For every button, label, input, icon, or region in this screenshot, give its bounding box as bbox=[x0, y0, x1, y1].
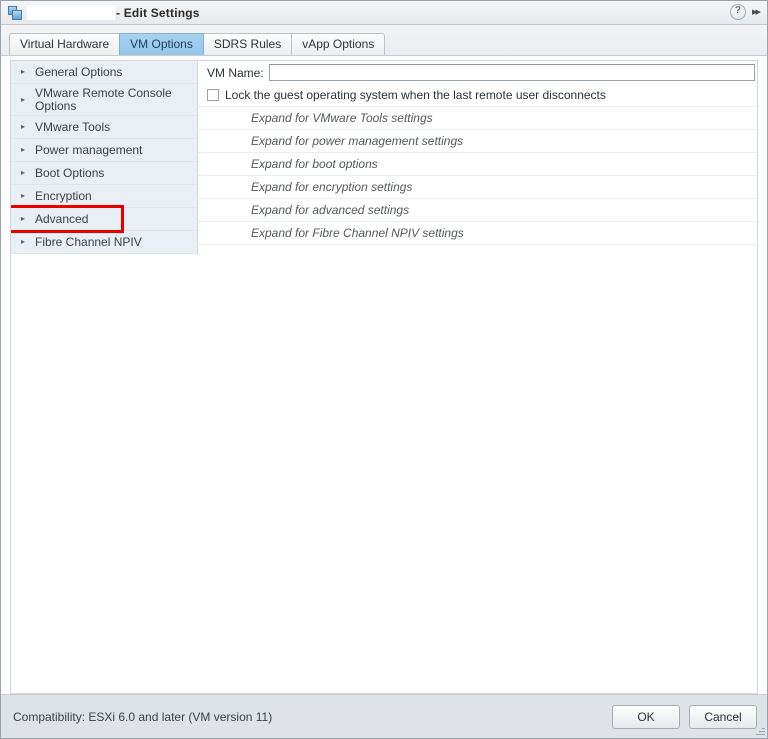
edit-settings-dialog: - Edit Settings ? ▸▸ Virtual Hardware VM… bbox=[0, 0, 768, 739]
sidebar-item-label: Boot Options bbox=[35, 165, 105, 180]
chevron-right-icon: ▸ bbox=[21, 237, 26, 246]
lock-guest-os-checkbox[interactable] bbox=[207, 89, 219, 101]
sidebar-item-label: General Options bbox=[35, 64, 123, 79]
tab-strip: Virtual Hardware VM Options SDRS Rules v… bbox=[1, 25, 767, 56]
tab-vapp-options[interactable]: vApp Options bbox=[291, 33, 386, 55]
chevron-right-icon: ▸ bbox=[21, 94, 26, 104]
expand-hint-label: Expand for power management settings bbox=[251, 134, 464, 148]
sidebar-item-boot-options[interactable]: ▸ Boot Options bbox=[11, 162, 197, 185]
sidebar-item-advanced[interactable]: ▸ Advanced bbox=[11, 208, 197, 231]
settings-sidebar: ▸ General Options ▸ VMware Remote Consol… bbox=[11, 61, 198, 254]
vm-name-label: VM Name: bbox=[207, 65, 264, 80]
expand-hint-label: Expand for boot options bbox=[251, 157, 378, 171]
vm-name-redacted bbox=[27, 5, 115, 20]
chevron-right-icon: ▸ bbox=[21, 168, 26, 177]
tab-virtual-hardware[interactable]: Virtual Hardware bbox=[9, 33, 121, 55]
chevron-right-icon: ▸ bbox=[21, 145, 26, 154]
boot-options-hint-row[interactable]: Expand for boot options bbox=[198, 153, 757, 176]
expand-hint-label: Expand for advanced settings bbox=[251, 203, 410, 217]
chevron-right-icon: ▸ bbox=[21, 191, 26, 200]
tab-vm-options[interactable]: VM Options bbox=[119, 33, 204, 55]
lock-guest-os-label[interactable]: Lock the guest operating system when the… bbox=[225, 88, 606, 102]
sidebar-item-label: Encryption bbox=[35, 188, 92, 203]
help-icon[interactable]: ? bbox=[729, 4, 746, 20]
sidebar-item-encryption[interactable]: ▸ Encryption bbox=[11, 185, 197, 208]
dialog-titlebar: - Edit Settings ? ▸▸ bbox=[1, 1, 767, 25]
footer-buttons: OK Cancel bbox=[612, 704, 757, 729]
dialog-body: ▸ General Options ▸ VMware Remote Consol… bbox=[1, 56, 767, 694]
sidebar-item-label: Advanced bbox=[35, 211, 89, 226]
sidebar-item-power-management[interactable]: ▸ Power management bbox=[11, 139, 197, 162]
sidebar-item-vmware-tools[interactable]: ▸ VMware Tools bbox=[11, 116, 197, 139]
titlebar-actions: ? ▸▸ bbox=[729, 4, 761, 20]
expand-hint-label: Expand for Fibre Channel NPIV settings bbox=[251, 226, 464, 240]
chevron-right-icon: ▸ bbox=[21, 214, 26, 223]
tab-sdrs-rules[interactable]: SDRS Rules bbox=[202, 33, 293, 55]
settings-content: VM Name: Lock the guest operating system… bbox=[198, 61, 757, 245]
sidebar-item-label: Power management bbox=[35, 142, 143, 157]
chevron-right-icon: ▸ bbox=[21, 67, 26, 76]
settings-panel: ▸ General Options ▸ VMware Remote Consol… bbox=[10, 60, 758, 694]
vm-name-input[interactable] bbox=[268, 64, 755, 81]
sidebar-item-label: Fibre Channel NPIV bbox=[35, 234, 142, 249]
fibre-channel-npiv-hint-row[interactable]: Expand for Fibre Channel NPIV settings bbox=[198, 222, 757, 245]
dialog-footer: Compatibility: ESXi 6.0 and later (VM ve… bbox=[1, 694, 767, 738]
cancel-button[interactable]: Cancel bbox=[689, 704, 757, 729]
expand-chevron-icon[interactable]: ▸▸ bbox=[752, 5, 761, 19]
resize-grip-icon[interactable] bbox=[753, 725, 765, 737]
advanced-hint-row[interactable]: Expand for advanced settings bbox=[198, 199, 757, 222]
panel-columns: ▸ General Options ▸ VMware Remote Consol… bbox=[11, 61, 757, 254]
dialog-title: - Edit Settings bbox=[116, 5, 200, 20]
lock-guest-os-row: Lock the guest operating system when the… bbox=[198, 84, 757, 107]
sidebar-item-general-options[interactable]: ▸ General Options bbox=[11, 61, 197, 84]
sidebar-item-label: VMware Remote Console Options bbox=[35, 85, 172, 113]
sidebar-item-fibre-channel-npiv[interactable]: ▸ Fibre Channel NPIV bbox=[11, 231, 197, 254]
sidebar-item-label: VMware Tools bbox=[35, 119, 111, 134]
power-management-hint-row[interactable]: Expand for power management settings bbox=[198, 130, 757, 153]
expand-hint-label: Expand for VMware Tools settings bbox=[251, 111, 433, 125]
vm-name-row: VM Name: bbox=[198, 61, 757, 84]
sidebar-item-vmware-remote-console-options[interactable]: ▸ VMware Remote Console Options bbox=[11, 84, 197, 116]
expand-hint-label: Expand for encryption settings bbox=[251, 180, 413, 194]
vmware-tools-hint-row[interactable]: Expand for VMware Tools settings bbox=[198, 107, 757, 130]
chevron-right-icon: ▸ bbox=[21, 122, 26, 131]
virtual-machine-icon bbox=[8, 5, 23, 20]
ok-button[interactable]: OK bbox=[612, 704, 680, 729]
compatibility-label: Compatibility: ESXi 6.0 and later (VM ve… bbox=[13, 709, 273, 724]
encryption-hint-row[interactable]: Expand for encryption settings bbox=[198, 176, 757, 199]
